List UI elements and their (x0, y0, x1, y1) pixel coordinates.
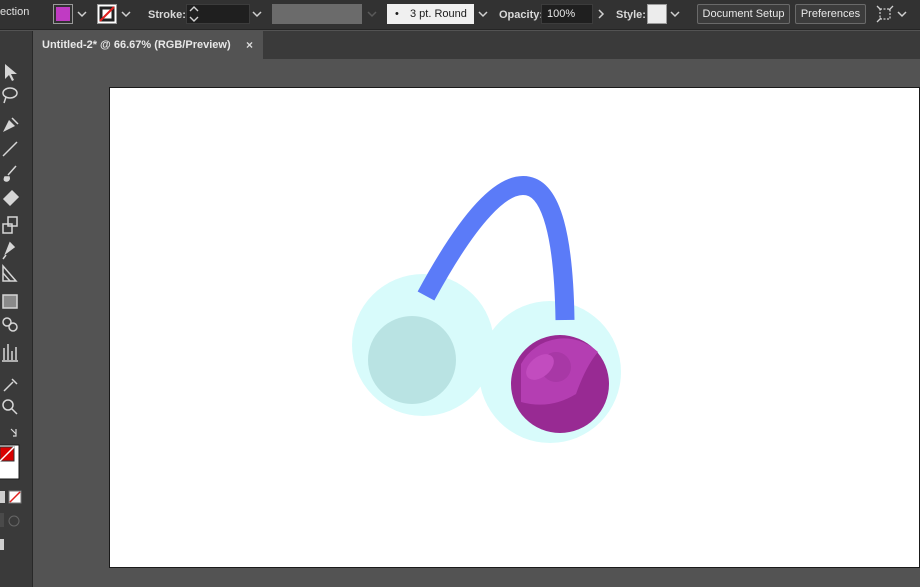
transform-icon[interactable] (875, 4, 895, 24)
puppet-warp-tool-icon[interactable] (0, 211, 20, 231)
selection-label: ection (0, 6, 30, 18)
graphic-style-swatch[interactable] (647, 4, 667, 24)
line-tool-icon[interactable] (0, 109, 20, 129)
artboard[interactable] (109, 87, 920, 568)
brush-dropdown[interactable] (476, 4, 490, 24)
brush-definition-label: 3 pt. Round (410, 8, 467, 20)
stroke-swatch[interactable] (97, 4, 117, 24)
stroke-weight-dropdown[interactable] (250, 4, 264, 24)
stroke-weight-field[interactable] (186, 4, 250, 24)
selection-tool-icon[interactable] (0, 31, 20, 51)
stroke-label: Stroke: (148, 9, 186, 21)
chevron-down-icon (121, 11, 131, 18)
eraser-tool-icon[interactable] (0, 159, 20, 179)
perspective-grid-tool-icon[interactable] (0, 234, 20, 254)
preferences-button[interactable]: Preferences (795, 4, 866, 24)
graph-tool-icon[interactable] (0, 313, 20, 333)
style-dropdown[interactable] (668, 4, 682, 24)
fill-dropdown[interactable] (75, 4, 89, 24)
stepper-icon[interactable] (188, 5, 200, 23)
eyedropper-tool-icon[interactable] (0, 347, 20, 367)
lasso-tool-icon[interactable] (0, 57, 20, 77)
zoom-tool-icon[interactable] (0, 369, 20, 389)
chevron-down-icon (897, 11, 907, 18)
gradient-tool-icon[interactable] (0, 263, 20, 283)
opacity-label: Opacity: (499, 9, 544, 21)
variable-width-profile[interactable] (272, 4, 362, 24)
chevron-down-icon (367, 11, 377, 18)
chevron-down-icon (478, 11, 488, 18)
fill-color (56, 7, 70, 21)
profile-dropdown[interactable] (365, 4, 379, 24)
paintbrush-tool-icon[interactable] (0, 134, 20, 154)
tools-panel (0, 31, 33, 587)
scale-tool-icon[interactable] (0, 185, 20, 205)
close-icon[interactable]: × (246, 31, 258, 59)
artwork-canvas (352, 176, 621, 443)
brush-definition[interactable]: • 3 pt. Round (387, 4, 474, 24)
document-tab-bar: Untitled-2* @ 66.67% (RGB/Preview) × (33, 31, 920, 59)
no-stroke-icon (99, 6, 115, 22)
brush-dot-icon: • (395, 8, 399, 20)
fill-stroke-proxy[interactable] (0, 425, 20, 465)
chevron-right-icon (598, 9, 605, 19)
style-label: Style: (616, 9, 646, 21)
shape-builder-tool-icon[interactable] (0, 286, 20, 306)
stroke-dropdown[interactable] (119, 4, 133, 24)
chevron-down-icon (77, 11, 87, 18)
transform-dropdown[interactable] (895, 4, 909, 24)
document-setup-button[interactable]: Document Setup (697, 4, 790, 24)
opacity-value: 100% (547, 8, 576, 20)
pen-tool-icon[interactable] (0, 84, 20, 104)
chevron-down-icon (670, 11, 680, 18)
left-ear-cup-inner[interactable] (368, 316, 456, 404)
fill-swatch[interactable] (53, 4, 73, 24)
opacity-slider-toggle[interactable] (594, 4, 608, 24)
document-tab[interactable]: Untitled-2* @ 66.67% (RGB/Preview) × (33, 31, 263, 59)
opacity-field[interactable]: 100% (541, 4, 593, 24)
document-tab-title: Untitled-2* @ 66.67% (RGB/Preview) (42, 39, 231, 51)
control-bar: ection Stroke: • 3 pt. Round Opacity: 10… (0, 0, 920, 30)
chevron-down-icon (252, 11, 262, 18)
